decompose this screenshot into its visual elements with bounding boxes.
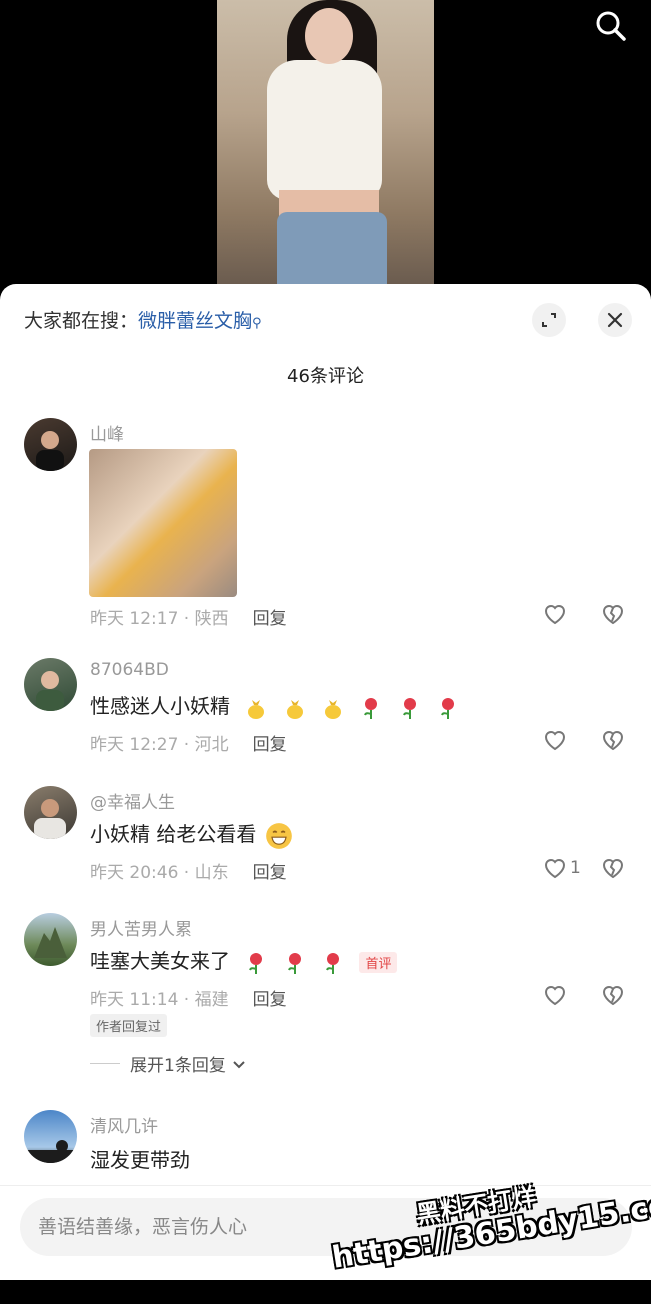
comment-count: 46条评论	[287, 366, 364, 387]
comment-time: 昨天 20:46 · 山东	[90, 863, 229, 883]
avatar[interactable]	[24, 913, 77, 966]
money-bag-icon	[286, 699, 303, 719]
dislike-button[interactable]	[600, 728, 626, 756]
comment-time: 昨天 12:17 · 陕西	[90, 609, 229, 629]
chevron-down-icon	[233, 1060, 245, 1068]
rose-icon	[364, 697, 378, 719]
like-button[interactable]	[542, 728, 570, 752]
dislike-button[interactable]	[600, 856, 626, 884]
rose-icon	[287, 952, 301, 974]
heart-icon	[544, 859, 566, 879]
search-hint-prefix: 大家都在搜：	[24, 310, 139, 332]
rose-icon	[402, 697, 416, 719]
reply-button[interactable]: 回复	[253, 609, 287, 629]
avatar[interactable]	[24, 786, 77, 839]
first-comment-badge: 首评	[359, 952, 398, 973]
like-button[interactable]	[542, 602, 570, 626]
grin-icon	[265, 822, 292, 849]
broken-heart-icon	[602, 731, 624, 751]
broken-heart-icon	[602, 986, 624, 1006]
dislike-button[interactable]	[600, 602, 626, 630]
money-bag-icon	[248, 699, 265, 719]
avatar[interactable]	[24, 418, 77, 471]
comment-username[interactable]: 男人苦男人累	[90, 915, 192, 940]
comment-text: 哇塞大美女来了 首评	[90, 945, 398, 975]
search-icon[interactable]	[593, 8, 629, 44]
comment-time: 昨天 12:27 · 河北	[90, 735, 229, 755]
rose-icon	[441, 697, 455, 719]
comment-meta: 昨天 12:27 · 河北 回复	[90, 730, 287, 755]
comment-text: 小妖精 给老公看看	[90, 818, 293, 850]
expand-button[interactable]	[532, 303, 566, 337]
video-player[interactable]	[0, 0, 651, 300]
broken-heart-icon	[602, 859, 624, 879]
comments-panel: 大家都在搜：微胖蕾丝文胸⚲ 46条评论 山峰 昨天 12:17 · 陕西 回复 8…	[0, 284, 651, 1280]
search-hint-keyword[interactable]: 微胖蕾丝文胸	[138, 310, 252, 332]
comment-username[interactable]: 87064BD	[90, 660, 169, 680]
close-icon	[607, 312, 623, 328]
author-replied-badge: 作者回复过	[90, 1014, 168, 1037]
heart-icon	[544, 605, 566, 625]
money-bag-icon	[325, 699, 342, 719]
mini-search-icon: ⚲	[252, 316, 262, 331]
like-count: 1	[570, 858, 581, 878]
like-button[interactable]	[542, 983, 570, 1007]
reply-button[interactable]: 回复	[253, 863, 287, 883]
like-button[interactable]: 1	[542, 856, 581, 880]
expand-icon	[542, 313, 556, 327]
comment-username[interactable]: 山峰	[90, 420, 124, 445]
heart-icon	[544, 986, 566, 1006]
reply-button[interactable]: 回复	[253, 735, 287, 755]
avatar[interactable]	[24, 1110, 77, 1163]
expand-replies-button[interactable]: 展开1条回复	[90, 1051, 248, 1076]
comment-text: 湿发更带劲	[90, 1148, 190, 1172]
comment-time: 昨天 11:14 · 福建	[90, 990, 229, 1010]
heart-icon	[544, 731, 566, 751]
avatar[interactable]	[24, 658, 77, 711]
comment-meta: 昨天 12:17 · 陕西 回复	[90, 604, 287, 629]
close-button[interactable]	[598, 303, 632, 337]
reply-button[interactable]: 回复	[253, 990, 287, 1010]
broken-heart-icon	[602, 605, 624, 625]
comment-username[interactable]: @幸福人生	[90, 788, 175, 813]
comment-meta: 昨天 11:14 · 福建 回复	[90, 985, 287, 1010]
dislike-button[interactable]	[600, 983, 626, 1011]
search-hint[interactable]: 大家都在搜：微胖蕾丝文胸⚲	[24, 306, 262, 333]
comment-text: 性感迷人小妖精	[90, 690, 460, 720]
rose-icon	[249, 952, 263, 974]
video-frame[interactable]	[217, 0, 434, 284]
rose-icon	[326, 952, 340, 974]
comment-username[interactable]: 清风几许	[90, 1112, 158, 1137]
comment-meta: 昨天 20:46 · 山东 回复	[90, 858, 287, 883]
comment-image[interactable]	[89, 449, 237, 597]
divider	[90, 1063, 120, 1064]
